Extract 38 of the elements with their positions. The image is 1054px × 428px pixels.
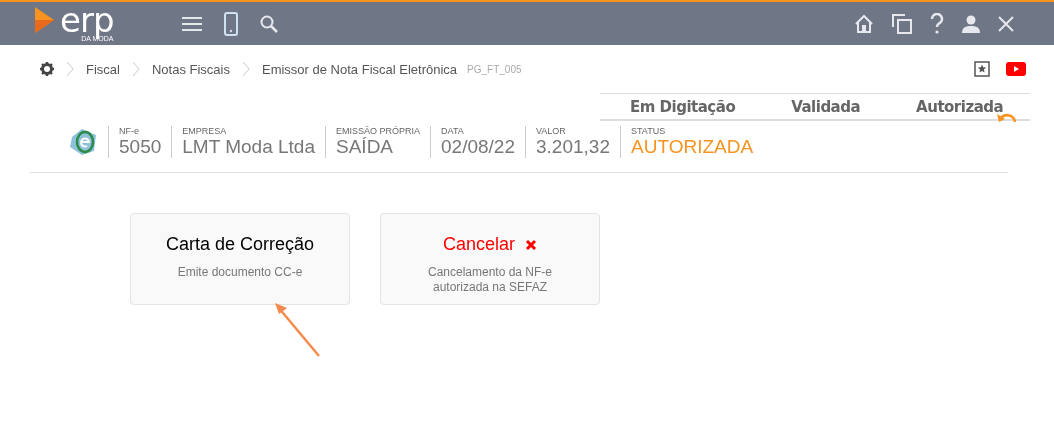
breadcrumb-link[interactable]: Fiscal (86, 61, 120, 77)
field-value: 3.201,32 (536, 135, 610, 158)
help-icon[interactable] (930, 12, 944, 35)
video-play-icon[interactable] (1006, 62, 1026, 76)
field-value: SAÍDA (336, 135, 395, 158)
phone-icon[interactable] (224, 11, 238, 36)
field-label: EMISSÃO PRÓPRIA (336, 125, 421, 136)
breadcrumb-link[interactable]: Emissor de Nota Fiscal Eletrônica (262, 61, 458, 77)
field-label: VALOR (536, 125, 567, 136)
cross-icon (525, 238, 537, 251)
chevron-icon (66, 61, 74, 77)
field-label: NF-e (119, 125, 140, 136)
stage-label: Autorizada (916, 97, 1004, 116)
settings-icon[interactable] (40, 62, 54, 76)
pointer-arrow (272, 302, 322, 358)
field-value: 5050 (119, 135, 162, 158)
stage-label: Validada (791, 97, 861, 116)
action-card[interactable]: Cancelar Cancelamento da NF-e autorizada na SEFAZ (380, 213, 600, 305)
field-value: LMT Moda Ltda (182, 135, 315, 158)
action-card[interactable]: Carta de Correção Emite documento CC-e (130, 213, 350, 305)
field-value: AUTORIZADA (631, 135, 754, 158)
menu-icon[interactable] (182, 15, 202, 32)
field-label: STATUS (631, 125, 667, 136)
field-label: DATA (441, 125, 465, 136)
field-value: 02/08/22 (441, 135, 515, 158)
home-icon[interactable] (854, 13, 874, 34)
page-code: PG_FT_005 (467, 63, 522, 75)
chevron-icon (242, 61, 250, 77)
user-icon[interactable] (962, 14, 980, 33)
chevron-icon (131, 61, 140, 77)
play-logo-icon (32, 4, 56, 35)
undo-icon[interactable] (996, 111, 1018, 123)
breadcrumb-link[interactable]: Notas Fiscais (151, 61, 230, 77)
close-icon[interactable] (998, 15, 1014, 32)
windows-icon[interactable] (892, 13, 912, 34)
field-label: EMPRESA (182, 125, 228, 136)
search-icon[interactable] (260, 14, 278, 33)
stage-label: Em Digitação (630, 97, 736, 116)
